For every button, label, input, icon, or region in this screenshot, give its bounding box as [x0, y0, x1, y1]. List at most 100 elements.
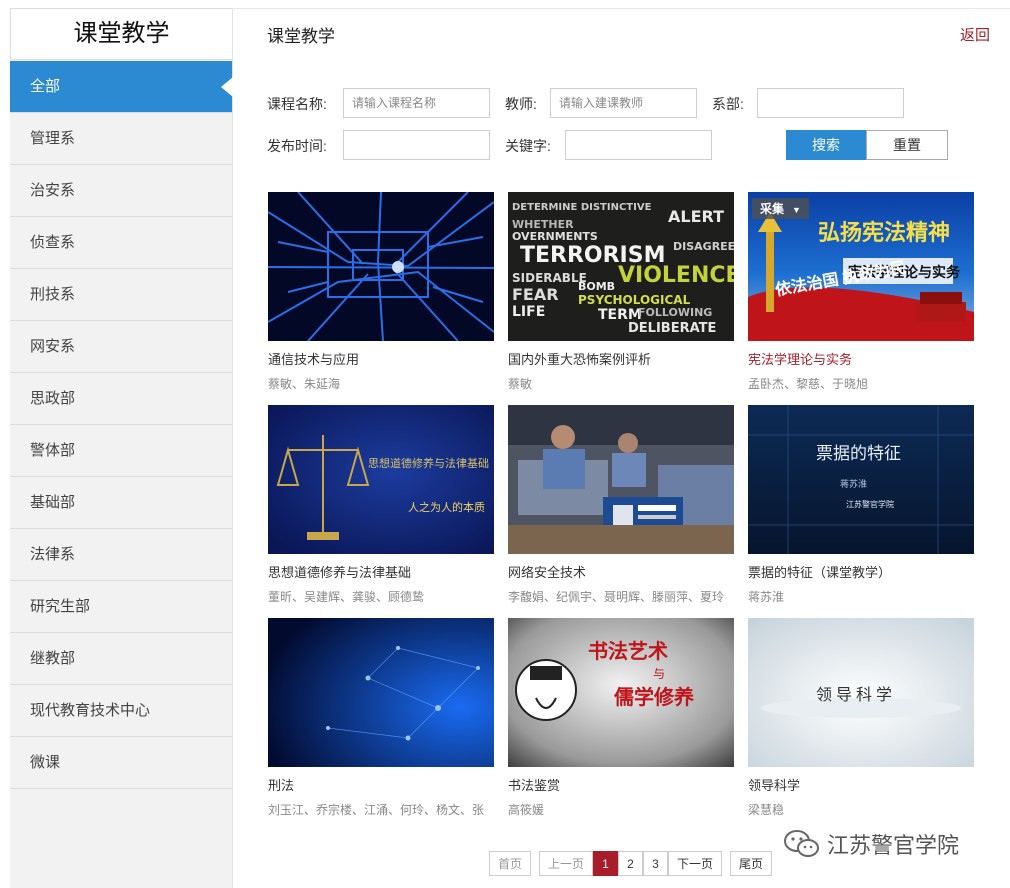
keyword-input[interactable]: [565, 130, 712, 160]
sidebar-list: 全部 管理系 治安系 侦查系 刑技系 网安系 思政部 警体部 基础部 法律系 研究生部 继教部 现代教育…: [10, 61, 233, 789]
pagination: 首页: [489, 851, 531, 876]
svg-text:SIDERABLE: SIDERABLE: [512, 271, 587, 285]
watermark: 江苏警官学院: [783, 828, 959, 860]
dept-input[interactable]: [757, 88, 904, 118]
page-2-button[interactable]: 2: [618, 851, 643, 876]
prev-page-button[interactable]: 上一页: [539, 851, 593, 876]
page-1-button[interactable]: 1: [593, 851, 618, 876]
course-card[interactable]: 领导科学 领导科学 梁慧稳: [748, 618, 974, 818]
course-teachers: 孟卧杰、黎慈、于晓旭: [748, 377, 869, 391]
publish-date-label: 发布时间:: [267, 138, 327, 154]
page-3-button[interactable]: 3: [643, 851, 668, 876]
course-title[interactable]: 书法鉴赏: [508, 775, 734, 794]
sidebar-item-7[interactable]: 警体部: [10, 425, 232, 477]
svg-text:思想道德修养与法律基础: 思想道德修养与法律基础: [368, 456, 489, 470]
course-thumbnail[interactable]: [268, 618, 494, 767]
svg-text:蒋苏淮: 蒋苏淮: [840, 478, 867, 489]
watermark-text: 江苏警官学院: [827, 834, 960, 859]
course-title[interactable]: 领导科学: [748, 775, 974, 794]
course-title[interactable]: 票据的特征（课堂教学）: [748, 562, 974, 581]
svg-text:人之为人的本质: 人之为人的本质: [408, 500, 485, 514]
course-teachers: 董昕、吴建辉、龚骏、顾德鸷: [268, 590, 425, 604]
course-title[interactable]: 思想道德修养与法律基础: [268, 562, 494, 581]
back-link[interactable]: 返回: [960, 24, 990, 45]
reset-button[interactable]: 重置: [866, 130, 948, 160]
sidebar-item-0[interactable]: 全部: [10, 61, 233, 113]
sidebar-item-10[interactable]: 研究生部: [10, 581, 232, 633]
course-thumbnail[interactable]: 领导科学: [748, 618, 974, 767]
search-button[interactable]: 搜索: [786, 130, 866, 160]
svg-text:DISAGREE: DISAGREE: [673, 240, 734, 253]
last-page-button[interactable]: 尾页: [730, 851, 772, 876]
course-thumbnail[interactable]: 票据的特征 蒋苏淮 江苏警官学院: [748, 405, 974, 554]
course-card[interactable]: 网络安全技术 李馥娟、纪佩宇、聂明辉、滕丽萍、夏玲: [508, 405, 734, 605]
collect-tag[interactable]: 采集 ▼: [752, 198, 809, 219]
publish-date-input[interactable]: [343, 130, 490, 160]
page-title: 课堂教学: [267, 27, 335, 46]
course-thumbnail[interactable]: 书法艺术 与 儒学修养: [508, 618, 734, 767]
course-card[interactable]: 思想道德修养与法律基础 人之为人的本质 思想道德修养与法律基础 董昕、吴建辉、龚…: [268, 405, 494, 605]
course-teachers: 李馥娟、纪佩宇、聂明辉、滕丽萍、夏玲: [508, 590, 725, 604]
course-thumbnail[interactable]: 思想道德修养与法律基础 人之为人的本质: [268, 405, 494, 554]
course-card[interactable]: 票据的特征 蒋苏淮 江苏警官学院 票据的特征（课堂教学） 蒋苏淮: [748, 405, 974, 605]
svg-text:FOLLOWING: FOLLOWING: [638, 306, 712, 319]
sidebar-item-8[interactable]: 基础部: [10, 477, 232, 529]
course-teachers: 蒋苏淮: [748, 590, 785, 604]
svg-text:领导科学: 领导科学: [816, 686, 896, 704]
course-title[interactable]: 宪法学理论与实务: [748, 349, 974, 368]
sidebar-item-13[interactable]: 微课: [10, 737, 232, 789]
sidebar-item-5[interactable]: 网安系: [10, 321, 232, 373]
course-title[interactable]: 通信技术与应用: [268, 349, 494, 368]
teacher-label: 教师:: [505, 96, 537, 112]
sidebar-item-12[interactable]: 现代教育技术中心: [10, 685, 232, 737]
sidebar-item-6[interactable]: 思政部: [10, 373, 232, 425]
course-thumbnail[interactable]: [508, 405, 734, 554]
course-teachers: 蔡敏、朱延海: [268, 377, 341, 391]
sidebar-item-2[interactable]: 治安系: [10, 165, 232, 217]
sidebar-item-3[interactable]: 侦查系: [10, 217, 232, 269]
course-card[interactable]: DETERMINE DISTINCTIVE ALERT WHETHER OVER…: [508, 192, 734, 392]
svg-text:江苏警官学院: 江苏警官学院: [846, 499, 894, 509]
course-card[interactable]: 通信技术与应用 蔡敏、朱延海: [268, 192, 494, 392]
teacher-input[interactable]: [550, 88, 697, 118]
wechat-icon: [784, 830, 819, 857]
first-page-button[interactable]: 首页: [489, 851, 531, 876]
chevron-down-icon: ▼: [792, 205, 801, 215]
sidebar: 课堂教学 全部 管理系 治安系 侦查系 刑技系 网安系 思政部 警体部 基础部 法律系 研究生部 继教…: [10, 8, 233, 888]
top-divider: [232, 8, 1010, 9]
sidebar-item-4[interactable]: 刑技系: [10, 269, 232, 321]
course-thumbnail[interactable]: DETERMINE DISTINCTIVE ALERT WHETHER OVER…: [508, 192, 734, 341]
svg-text:BOMB: BOMB: [578, 280, 615, 293]
course-teachers: 高筱媛: [508, 803, 545, 817]
course-card[interactable]: 书法艺术 与 儒学修养 书法鉴赏 高筱媛: [508, 618, 734, 818]
svg-text:PSYCHOLOGICAL: PSYCHOLOGICAL: [578, 293, 691, 307]
svg-text:书法艺术: 书法艺术: [588, 639, 668, 663]
svg-text:DELIBERATE: DELIBERATE: [628, 321, 716, 336]
svg-text:DETERMINE DISTINCTIVE: DETERMINE DISTINCTIVE: [512, 202, 652, 213]
pagination-last: 尾页: [730, 851, 772, 876]
course-card[interactable]: 弘扬宪法精神 宪法学理论与实务 依法治国 执政为民 采集 ▼ 宪法学理论与实务 孟卧…: [748, 192, 974, 392]
course-name-input[interactable]: [343, 88, 490, 118]
sidebar-item-1[interactable]: 管理系: [10, 113, 232, 165]
keyword-label: 关键字:: [505, 138, 551, 154]
course-thumbnail[interactable]: [268, 192, 494, 341]
course-thumbnail[interactable]: 弘扬宪法精神 宪法学理论与实务 依法治国 执政为民 采集 ▼: [748, 192, 974, 341]
course-teachers: 刘玉江、乔宗楼、江涌、何玲、杨文、张: [268, 803, 485, 817]
svg-text:FEAR: FEAR: [512, 285, 559, 304]
course-card[interactable]: 刑法 刘玉江、乔宗楼、江涌、何玲、杨文、张: [268, 618, 494, 818]
svg-text:ALERT: ALERT: [668, 207, 724, 226]
course-teachers: 蔡敏: [508, 377, 533, 391]
svg-text:与: 与: [653, 667, 665, 681]
dept-label: 系部:: [712, 96, 744, 112]
course-title[interactable]: 网络安全技术: [508, 562, 734, 581]
sidebar-item-11[interactable]: 继教部: [10, 633, 232, 685]
pagination-main: 上一页 1 2 3 下一页: [539, 851, 722, 876]
course-title[interactable]: 国内外重大恐怖案例评析: [508, 349, 734, 368]
next-page-button[interactable]: 下一页: [668, 851, 722, 876]
svg-text:OVERNMENTS: OVERNMENTS: [512, 230, 598, 243]
sidebar-item-9[interactable]: 法律系: [10, 529, 232, 581]
course-teachers: 梁慧稳: [748, 803, 785, 817]
sidebar-title: 课堂教学: [10, 8, 232, 60]
thumb-title-text: 弘扬宪法精神: [818, 220, 950, 246]
course-title[interactable]: 刑法: [268, 775, 494, 794]
